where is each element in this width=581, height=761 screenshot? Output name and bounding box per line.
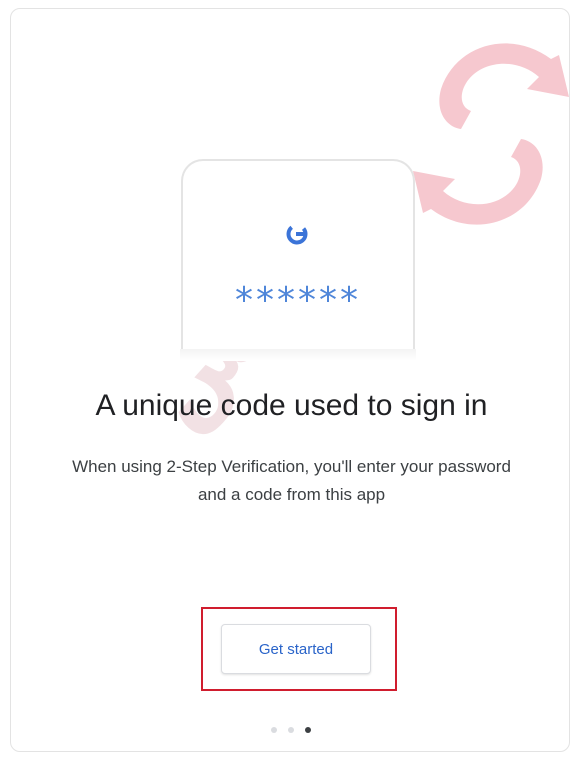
page-dot-2[interactable] <box>288 727 294 733</box>
page-dot-3-active[interactable] <box>305 727 311 733</box>
page-description: When using 2-Step Verification, you'll e… <box>72 457 511 504</box>
faradars-watermark-icon <box>413 43 569 225</box>
verification-code-display: ****** <box>235 280 361 321</box>
get-started-button[interactable]: Get started <box>221 624 371 674</box>
pagination-dots <box>271 727 311 733</box>
google-authenticator-logo-icon <box>286 223 308 245</box>
page-title: A unique code used to sign in <box>95 389 488 422</box>
page-dot-1[interactable] <box>271 727 277 733</box>
phone-illustration: ****** <box>180 159 416 361</box>
onboarding-card: فرادرس ****** A unique code used to sign… <box>10 8 570 752</box>
